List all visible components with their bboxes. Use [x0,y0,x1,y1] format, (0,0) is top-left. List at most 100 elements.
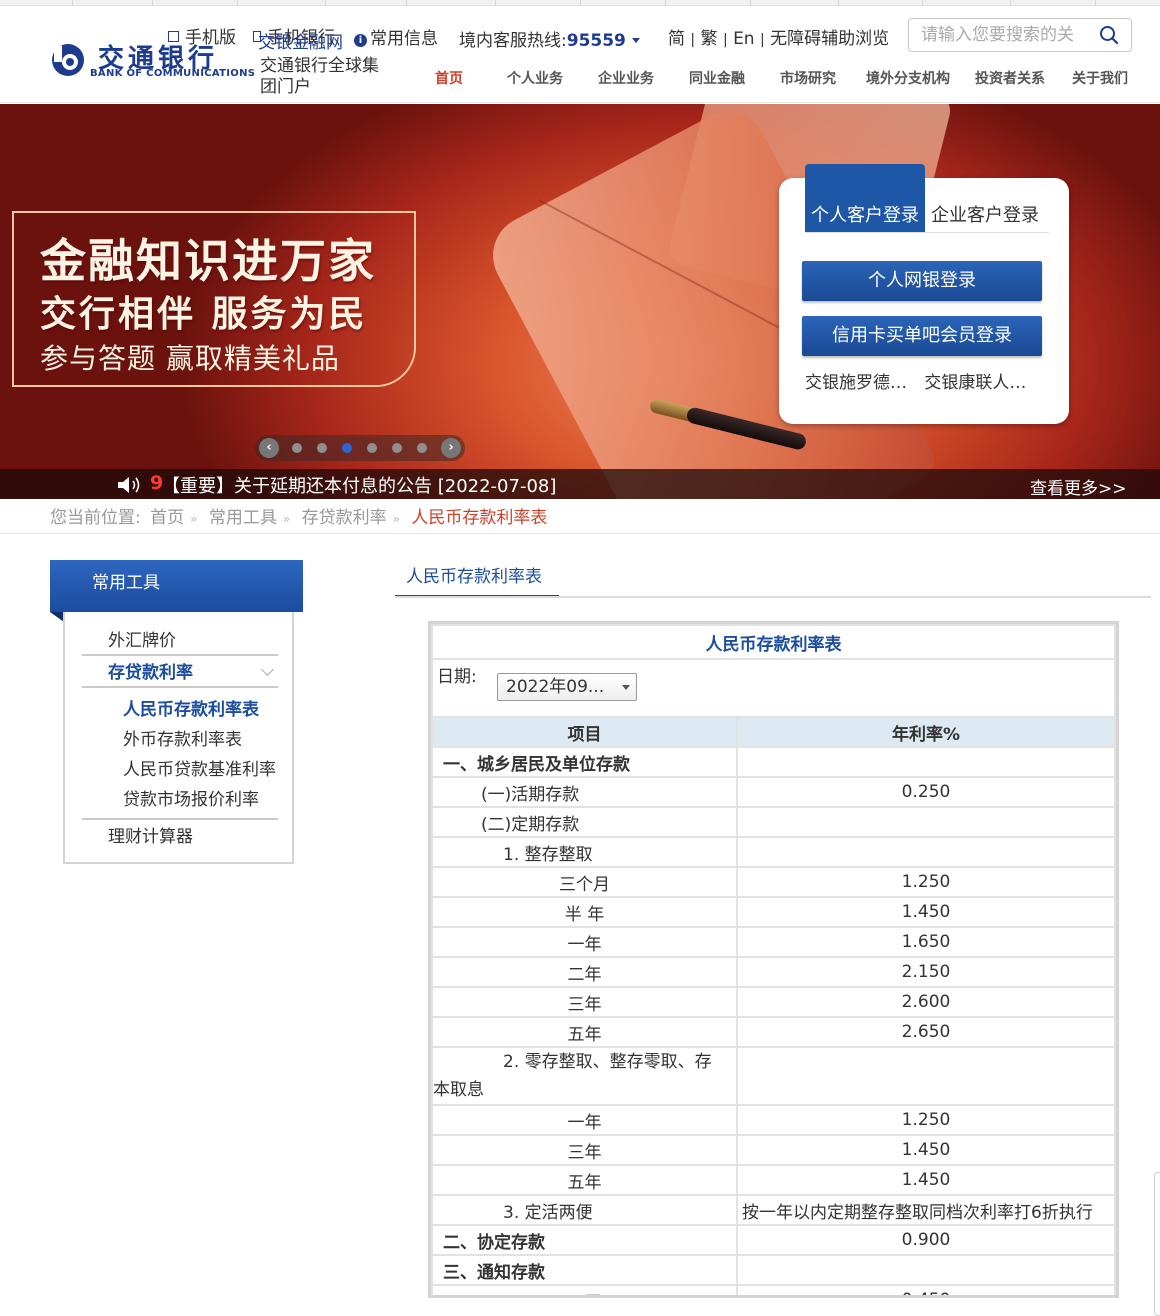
search-box [908,18,1132,52]
table-row: 五年 2.650 [431,1016,1116,1048]
accessibility-link[interactable]: 无障碍辅助浏览 [770,29,889,49]
row-rate [736,806,1116,838]
carousel-next-button[interactable]: › [441,438,461,458]
divider [82,686,278,688]
carousel-prev-button[interactable]: ‹ [259,438,279,458]
sidebar-item-fx-rates[interactable]: 外汇牌价 [108,626,176,651]
rate-table-container: 人民币存款利率表 日期: 2022年09... 项目 年利率% 一、城乡居民及单… [428,621,1119,1298]
chevron-down-icon [622,685,630,690]
row-rate: 0.900 [736,1224,1116,1256]
scrollbar[interactable] [1154,1172,1160,1316]
sidebar-title: 常用工具 [50,560,303,622]
nav-investor[interactable]: 投资者关系 [975,68,1045,88]
promo-box[interactable]: 金融知识进万家 交行相伴 服务为民 参与答题 赢取精美礼品 [12,211,416,387]
info-icon: i [354,34,367,47]
sidebar-subitem-lpr[interactable]: 贷款市场报价利率 [123,785,281,810]
mobile-icon [168,31,179,42]
lang-simplified[interactable]: 简 [668,29,685,49]
row-rate: 0.250 [736,776,1116,808]
common-info-link[interactable]: i 常用信息 [354,24,438,49]
news-ticker: 9 【重要】关于延期还本付息的公告 [2022-07-08] 查看更多>> [0,469,1160,499]
row-item: (二)定期存款 [431,806,738,838]
search-input[interactable] [909,19,1089,51]
speaker-icon [118,477,140,493]
lang-traditional[interactable]: 繁 [701,29,718,49]
date-select[interactable]: 2022年09... [497,673,637,701]
carousel-dot[interactable] [317,443,327,453]
nav-corporate[interactable]: 企业业务 [598,68,654,88]
row-rate: 1.450 [736,1164,1116,1196]
breadcrumb-home[interactable]: 首页 [150,508,184,528]
breadcrumb-tools[interactable]: 常用工具 [209,508,277,528]
carousel-dot[interactable] [367,443,377,453]
table-row: (一)活期存款 0.250 [431,776,1116,808]
divider [805,232,1049,233]
login-panel: 个人客户登录 企业客户登录 个人网银登录 信用卡买单吧会员登录 交银施罗德… 交… [779,164,1069,424]
row-rate [736,1254,1116,1286]
schroders-link[interactable]: 交银施罗德… [805,373,907,393]
promo-tagline: 参与答题 赢取精美礼品 [40,342,340,375]
row-rate: 2.650 [736,1016,1116,1048]
table-row: 3. 定活两便 按一年以内定期整存整取同档次利率打6折执行 [431,1194,1116,1226]
column-header-rate: 年利率% [736,716,1116,748]
jiaoyin-net-link[interactable]: 交银金融网 [258,28,343,53]
nav-about[interactable]: 关于我们 [1072,68,1128,88]
kanglian-link[interactable]: 交银康联人… [924,373,1026,393]
divider [395,596,1151,598]
row-item: 五年 [431,1164,738,1196]
nav-interbank[interactable]: 同业金融 [689,68,745,88]
row-item: 三年 [431,986,738,1018]
chevron-down-icon[interactable] [261,663,274,676]
nav-personal[interactable]: 个人业务 [507,68,563,88]
carousel-dot[interactable] [392,443,402,453]
hero-banner[interactable]: 金融知识进万家 交行相伴 服务为民 参与答题 赢取精美礼品 ‹ › 个人客户登录… [0,104,1160,499]
breadcrumb-rates[interactable]: 存贷款利率 [302,508,387,528]
table-header-row: 项目 年利率% [431,716,1116,748]
login-links: 交银施罗德… 交银康联人… [805,368,1038,393]
divider [82,818,278,820]
sidebar-subitem-rmb-deposit[interactable]: 人民币存款利率表 [123,695,281,720]
table-title: 人民币存款利率表 [431,624,1116,660]
sidebar-subitem-fx-deposit[interactable]: 外币存款利率表 [123,725,281,750]
row-item: (一)活期存款 [431,776,738,808]
rate-table: 人民币存款利率表 日期: 2022年09... 项目 年利率% 一、城乡居民及单… [431,624,1116,1295]
hotline[interactable]: 境内客服热线:95559 [459,26,640,51]
credit-card-login-button[interactable]: 信用卡买单吧会员登录 [802,316,1042,356]
chevron-down-icon [631,38,640,43]
table-row: 三个月 1.250 [431,866,1116,898]
divider [0,533,1160,534]
top-links: 手机版 手机银行 交银金融网 交通银行全球集团门户 i 常用信息 境内客服热线:9… [0,0,1160,97]
row-item: 五年 [431,1016,738,1048]
mobile-version-link[interactable]: 手机版 [168,23,236,48]
ticker-headline[interactable]: 【重要】关于延期还本付息的公告 [2022-07-08] [162,472,556,498]
nav-research[interactable]: 市场研究 [780,68,836,88]
language-links: 简 | 繁 | En | 无障碍辅助浏览 [668,29,890,49]
sidebar-item-deposit-loan-rates[interactable]: 存贷款利率 [108,658,193,683]
sidebar-subitem-rmb-loan[interactable]: 人民币贷款基准利率 [123,755,281,780]
hotline-label: 境内客服热线: [459,31,567,51]
tab-corporate-login[interactable]: 企业客户登录 [931,201,1039,227]
table-row: 二、协定存款 0.900 [431,1224,1116,1256]
column-header-item: 项目 [431,716,738,748]
row-item: 半 年 [431,896,738,928]
nav-overseas[interactable]: 境外分支机构 [866,68,950,88]
carousel-dot-active[interactable] [342,443,352,453]
lang-english[interactable]: En [733,29,755,49]
personal-ebank-login-button[interactable]: 个人网银登录 [802,261,1042,301]
date-select-value: 2022年09... [506,677,605,697]
more-news-link[interactable]: 查看更多>> [1030,474,1127,499]
nav-home[interactable]: 首页 [435,68,463,88]
main-nav: 首页 个人业务 企业业务 同业金融 市场研究 境外分支机构 投资者关系 关于我们 [0,62,1160,96]
table-row: 半 年 1.450 [431,896,1116,928]
sidebar-item-calculator[interactable]: 理财计算器 [108,822,193,847]
carousel-dot[interactable] [292,443,302,453]
breadcrumb-current: 人民币存款利率表 [411,508,548,528]
tab-rmb-deposit-rates[interactable]: 人民币存款利率表 [395,562,559,598]
table-row: 2. 零存整取、整存零取、存 本取息 [431,1046,1116,1106]
row-item: 一、城乡居民及单位存款 [431,746,738,778]
table-row: 一、城乡居民及单位存款 [431,746,1116,778]
tab-personal-login[interactable]: 个人客户登录 [811,201,919,227]
carousel-dot[interactable] [417,443,427,453]
search-icon[interactable] [1099,25,1119,45]
row-item: 二、协定存款 [431,1224,738,1256]
